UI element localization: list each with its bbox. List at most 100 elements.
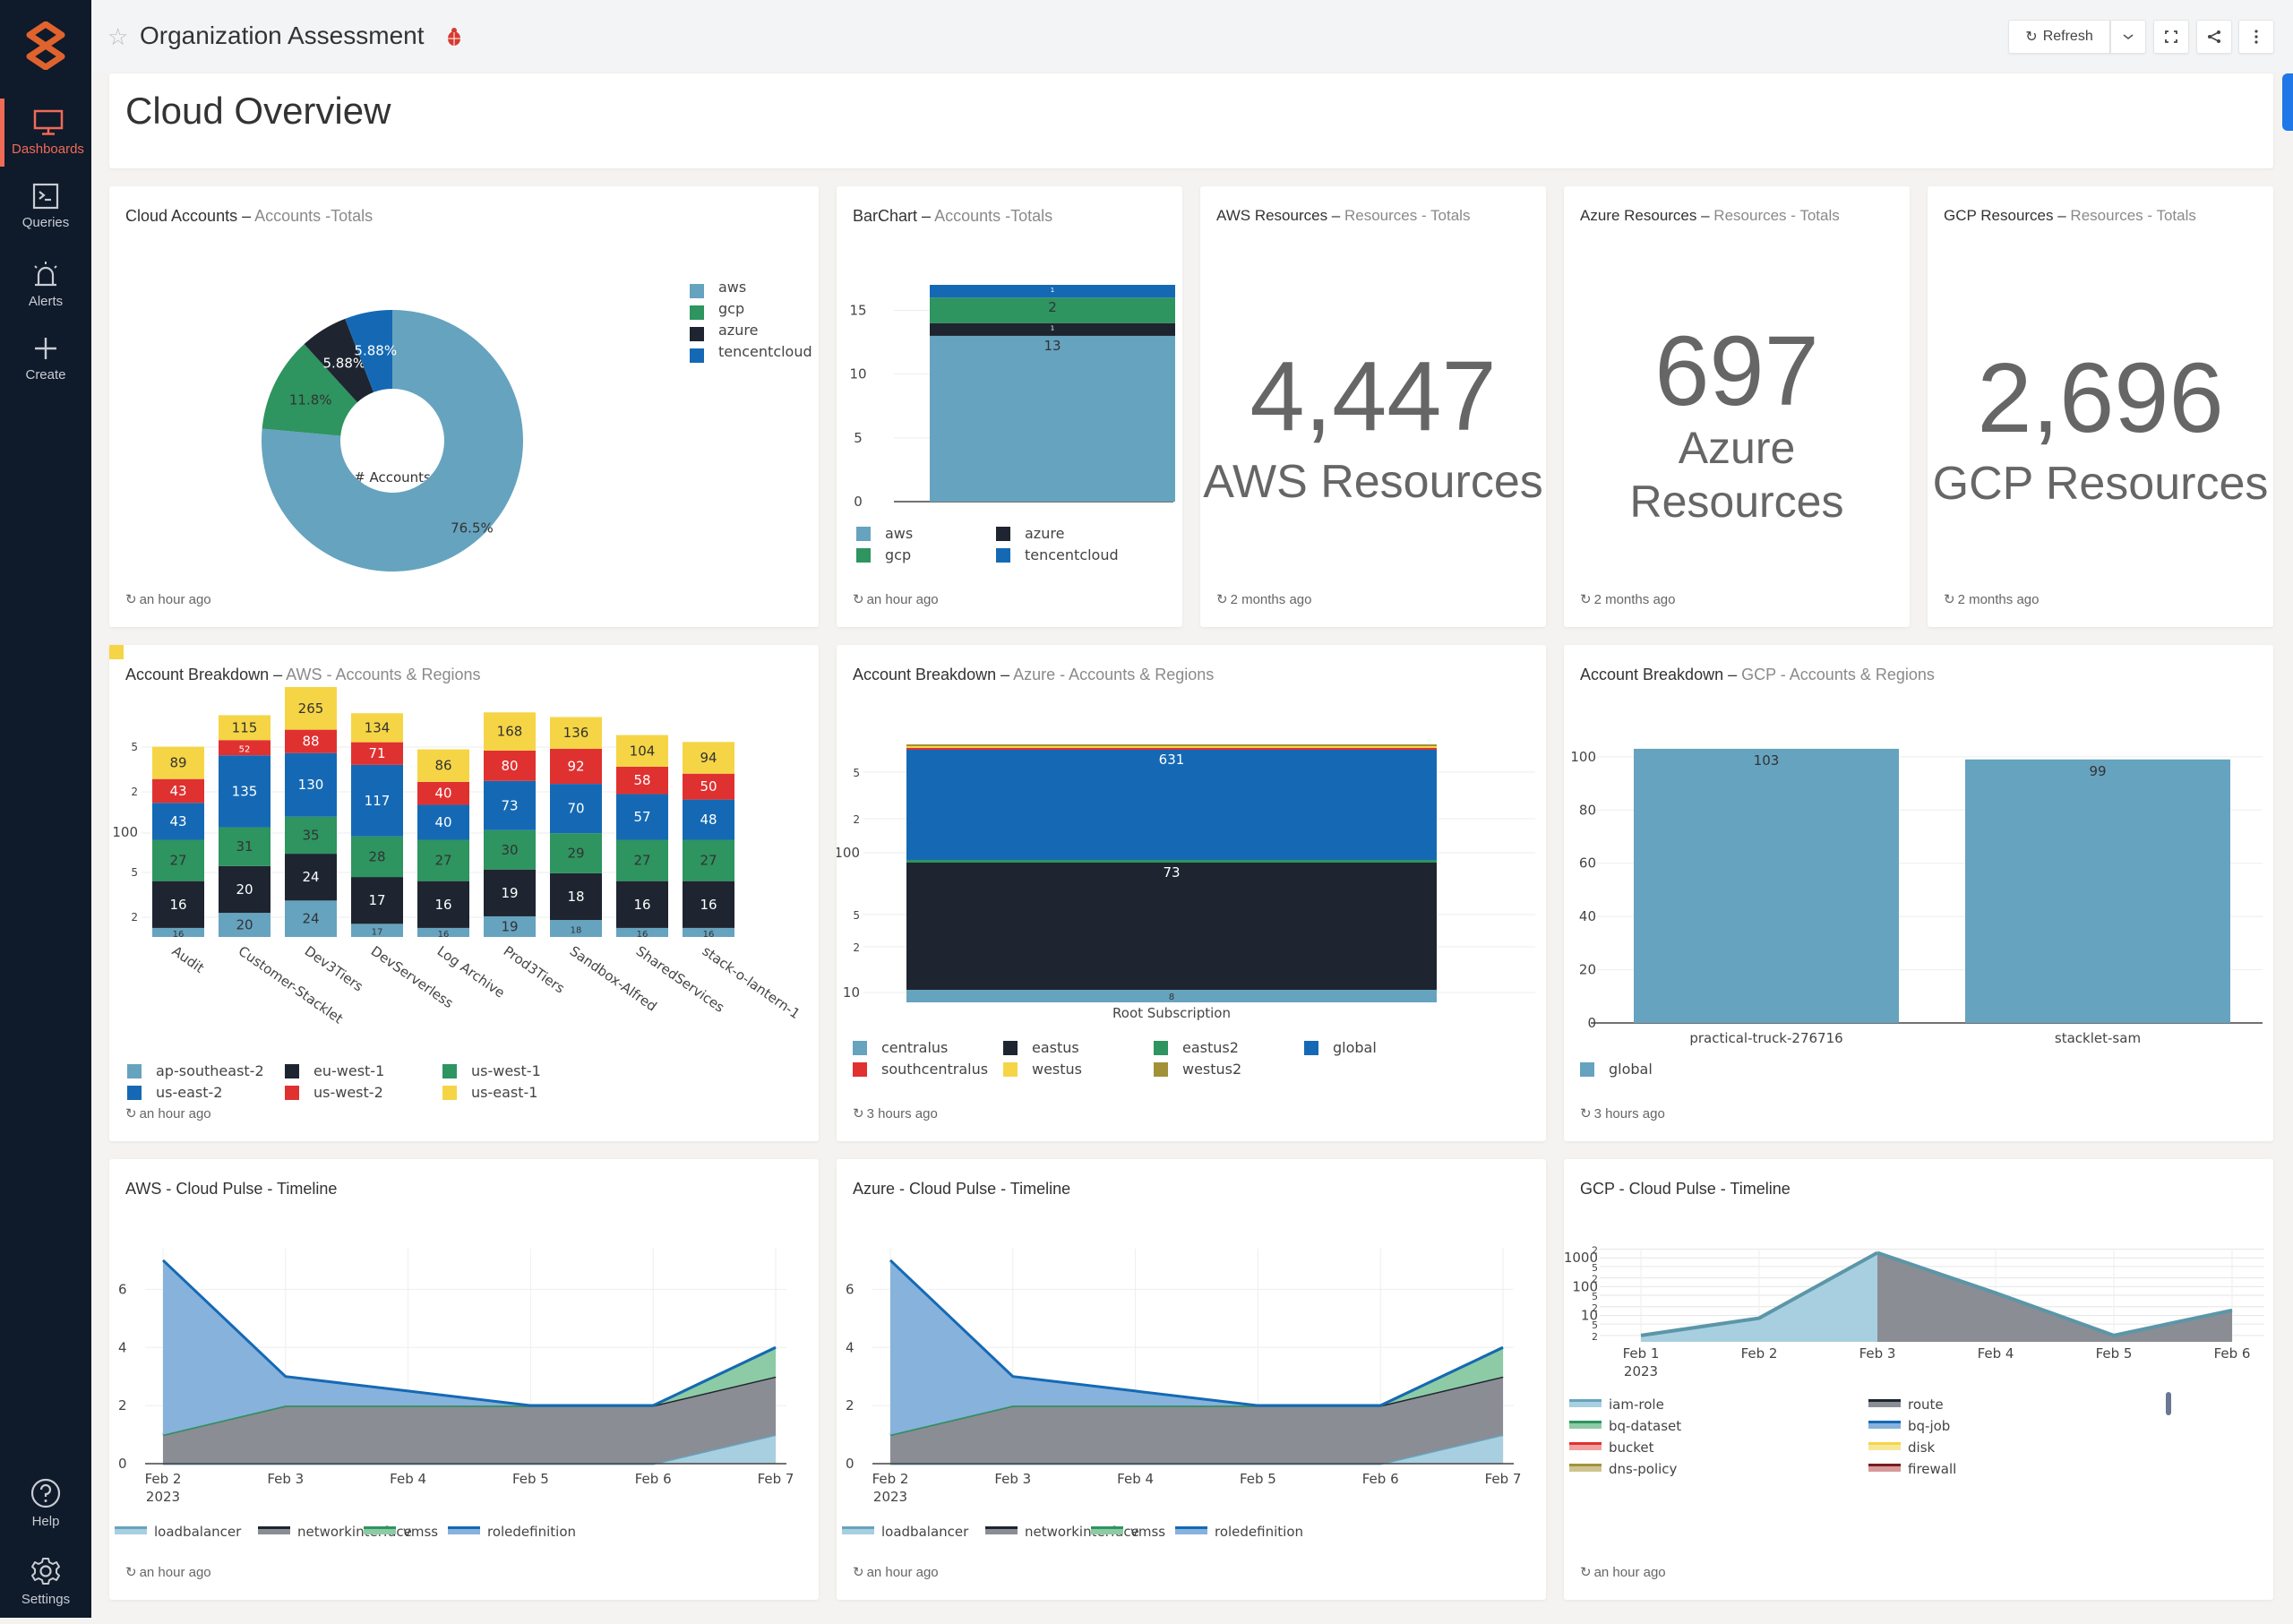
legend-scrollbar[interactable]	[2166, 1392, 2171, 1415]
widget-updated: ↻ an hour ago	[125, 1106, 211, 1121]
sidebar-item-alerts[interactable]: Alerts	[0, 260, 91, 328]
bar	[1634, 748, 1899, 1023]
y-tick-label: 0	[854, 494, 863, 510]
bar-segment-eastus2	[906, 860, 1437, 863]
bar-label: 20	[236, 881, 253, 898]
widget-updated: ↻ an hour ago	[125, 1565, 211, 1580]
bar-label: 16	[173, 930, 185, 940]
bar-label: 80	[501, 758, 518, 774]
x-tick-label: Feb 2	[872, 1471, 909, 1487]
bar-label: 40	[434, 786, 451, 802]
alarm-icon	[34, 262, 57, 287]
legend-label: global	[1609, 1061, 1653, 1078]
more-options-button[interactable]	[2238, 20, 2274, 54]
legend-label: westus	[1032, 1061, 1082, 1078]
bar-label: 17	[372, 928, 383, 938]
legend-swatch-line	[448, 1526, 480, 1529]
legend-label: global	[1333, 1039, 1377, 1056]
y-tick-label: 6	[118, 1281, 127, 1297]
bar-label: 2	[1048, 299, 1057, 315]
legend-label: bucket	[1609, 1439, 1654, 1456]
bar-label: 16	[633, 897, 650, 913]
y-tick-label: 5	[854, 430, 863, 446]
widget-barchart: BarChart – Accounts -Totals 0 5 10 15 13 1 2 1 a…	[837, 186, 1182, 627]
y-tick-label: 2	[131, 786, 138, 798]
y-tick-label: 4	[118, 1339, 127, 1355]
widget-gcp-resources: GCP Resources – Resources - Totals 2,696…	[1928, 186, 2273, 627]
legend-label: loadbalancer	[881, 1524, 969, 1540]
sidebar-item-queries[interactable]: Queries	[0, 183, 91, 251]
x-tick-label: Feb 3	[994, 1471, 1031, 1487]
x-tick-label: stacklet-sam	[2055, 1030, 2141, 1046]
y-tick-label: 6	[846, 1281, 855, 1297]
page-title: Organization Assessment	[140, 21, 425, 49]
legend-label: gcp	[885, 546, 911, 563]
x-year-label: 2023	[1624, 1363, 1658, 1379]
y-tick-label: 60	[1579, 855, 1596, 872]
bar-label: 52	[239, 745, 251, 755]
y-tick-label: 5	[853, 767, 860, 779]
x-tick-label: Feb 4	[1978, 1345, 2014, 1362]
bar-label: 16	[438, 930, 450, 940]
legend-label: tencentcloud	[1025, 546, 1119, 563]
legend-label: gcp	[718, 300, 744, 317]
kebab-menu-icon	[2254, 30, 2258, 44]
bar-label: 20	[236, 917, 253, 933]
legend-swatch	[1003, 1062, 1018, 1077]
widget-title: Azure Resources – Resources - Totals	[1580, 207, 1840, 224]
bar-label: 92	[567, 758, 584, 774]
widget-updated: ↻ an hour ago	[853, 1565, 939, 1580]
bar-label: 73	[1163, 864, 1180, 881]
bar-label: 130	[298, 777, 324, 793]
bar-label: 18	[567, 889, 584, 905]
x-tick-label: Feb 5	[512, 1471, 549, 1487]
y-tick-label: 2	[853, 941, 860, 954]
share-button[interactable]	[2196, 20, 2232, 54]
stacklet-logo[interactable]	[21, 21, 70, 70]
sidebar-item-label: Help	[31, 1514, 60, 1529]
y-tick-label: 2	[853, 813, 860, 826]
legend-swatch	[1003, 1041, 1018, 1055]
bar-label: 17	[368, 892, 385, 908]
fullscreen-button[interactable]	[2153, 20, 2189, 54]
help-icon	[30, 1478, 61, 1508]
legend-label: eastus	[1032, 1039, 1079, 1056]
legend-swatch	[1154, 1041, 1168, 1055]
legend-label: iam-role	[1609, 1396, 1664, 1413]
bar-label: 28	[368, 848, 385, 864]
refresh-options-dropdown[interactable]	[2110, 20, 2146, 54]
bar-label: 30	[501, 842, 518, 858]
y-tick-label: 100	[1570, 749, 1596, 765]
legend-label: dns-policy	[1609, 1461, 1678, 1477]
refresh-icon: ↻	[2025, 30, 2038, 45]
y-tick-label: 100	[112, 824, 138, 840]
legend-label: us-west-1	[471, 1062, 541, 1079]
legend-label: eastus2	[1182, 1039, 1239, 1056]
sidebar-item-dashboards[interactable]: Dashboards	[0, 99, 91, 167]
y-tick-label: 5	[131, 866, 138, 879]
x-tick-label: Feb 5	[1240, 1471, 1276, 1487]
counter-value: 697	[1654, 316, 1819, 426]
legend-label: firewall	[1908, 1461, 1956, 1477]
widget-updated: ↻ 2 months ago	[1580, 592, 1676, 607]
bar-label: 94	[700, 750, 717, 766]
bar-label: 265	[298, 700, 324, 717]
sidebar-item-help[interactable]: Help	[0, 1478, 91, 1546]
bar-label: 27	[434, 853, 451, 869]
legend-swatch	[285, 1086, 299, 1100]
bar-label: 24	[302, 911, 319, 927]
y-tick-label: 5	[853, 909, 860, 922]
favorite-star-icon[interactable]: ☆	[107, 23, 128, 51]
bar-label: 117	[365, 793, 391, 809]
widget-updated: ↻ an hour ago	[853, 592, 939, 607]
share-icon	[2208, 30, 2220, 43]
widget-title: GCP Resources – Resources - Totals	[1944, 207, 2196, 224]
sidebar-item-label: Dashboards	[12, 142, 84, 157]
side-panel-tab[interactable]	[2282, 73, 2293, 131]
bar-label: 18	[571, 926, 582, 936]
legend-label: azure	[718, 322, 758, 339]
sidebar-item-create[interactable]: Create	[0, 335, 91, 403]
refresh-button[interactable]: ↻ Refresh	[2008, 20, 2110, 54]
sidebar-item-settings[interactable]: Settings	[0, 1556, 91, 1624]
counter-label: AWS Resources	[1203, 456, 1543, 508]
